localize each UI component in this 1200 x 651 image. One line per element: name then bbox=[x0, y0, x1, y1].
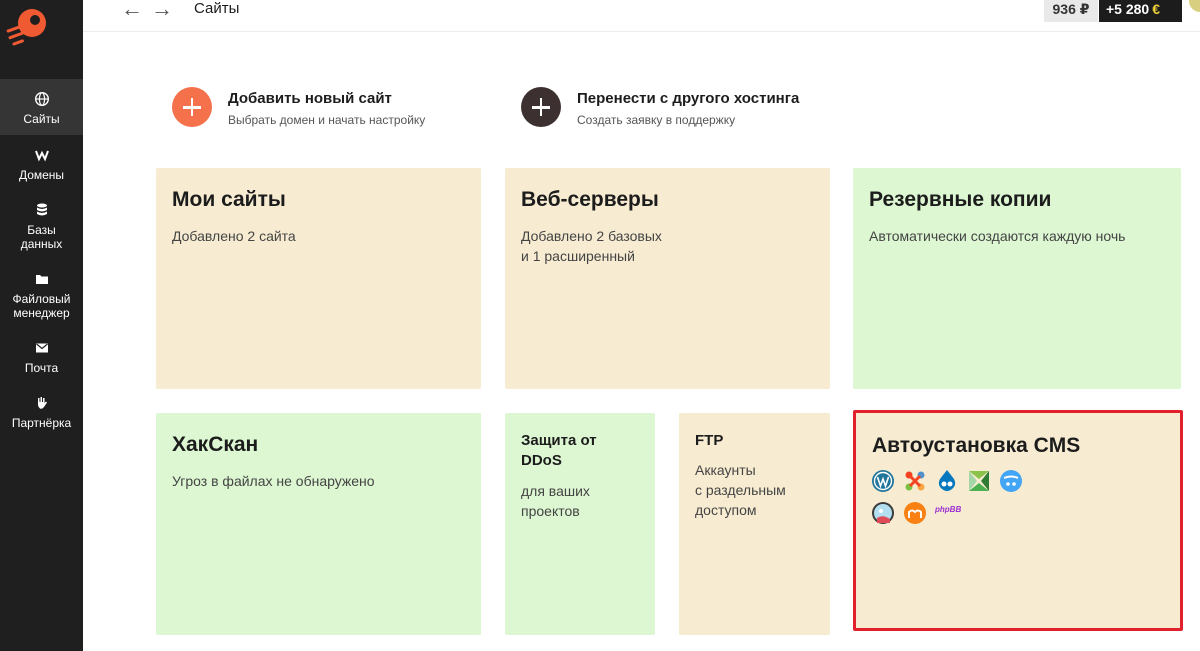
hackscan-card[interactable]: ХакСкан Угроз в файлах не обнаружено bbox=[156, 413, 481, 635]
transfer-site-action[interactable]: Перенести с другого хостинга Создать зая… bbox=[521, 87, 841, 129]
sidebar-item-partner[interactable]: Партнёрка bbox=[0, 395, 83, 435]
partner-hand-icon bbox=[37, 397, 47, 409]
bonus-badge[interactable]: +5 280 € bbox=[1099, 0, 1182, 22]
card-title: FTP bbox=[695, 432, 724, 449]
prestashop-icon[interactable] bbox=[871, 501, 895, 525]
add-site-title: Добавить новый сайт bbox=[228, 90, 392, 107]
sidebar-item-label: Партнёрка bbox=[11, 416, 72, 430]
my-sites-card[interactable]: Мои сайты Добавлено 2 сайта bbox=[156, 168, 481, 389]
sidebar-item-label: Базы данных bbox=[20, 223, 63, 251]
sidebar-item-label: Сайты bbox=[23, 112, 60, 126]
sidebar-item-label: Почта bbox=[24, 361, 59, 375]
modx-icon[interactable] bbox=[967, 469, 991, 493]
mail-icon bbox=[35, 343, 48, 353]
domain-w-icon bbox=[34, 150, 49, 162]
rocket-logo-icon bbox=[6, 9, 46, 46]
card-title: Веб-серверы bbox=[521, 188, 659, 211]
sidebar-item-label: Файловый менеджер bbox=[12, 292, 71, 320]
card-description: Добавлено 2 сайта bbox=[172, 228, 296, 244]
logo[interactable] bbox=[0, 0, 83, 60]
add-site-subtitle: Выбрать домен и начать настройку bbox=[228, 113, 426, 127]
add-site-action[interactable]: Добавить новый сайт Выбрать домен и нача… bbox=[172, 87, 472, 129]
avatar[interactable] bbox=[1189, 0, 1200, 12]
card-description: для ваших проектов bbox=[521, 483, 590, 519]
arrow-left-icon[interactable]: ← bbox=[121, 0, 143, 20]
sidebar-item-sites[interactable]: Сайты bbox=[0, 79, 83, 135]
folder-icon bbox=[35, 275, 48, 284]
card-title: ХакСкан bbox=[172, 433, 259, 456]
phpbb-icon[interactable]: phpBB bbox=[935, 505, 965, 529]
sidebar: Сайты Домены Базы данных Файловый менедж… bbox=[0, 0, 83, 651]
opencart-icon[interactable] bbox=[999, 469, 1023, 493]
card-description: Угроз в файлах не обнаружено bbox=[172, 473, 375, 489]
balance-badge[interactable]: 936 ₽ bbox=[1044, 0, 1098, 22]
page-title: Сайты bbox=[194, 0, 240, 17]
database-icon bbox=[36, 203, 47, 216]
card-title: Автоустановка CMS bbox=[872, 434, 1081, 457]
drupal-icon[interactable] bbox=[935, 469, 959, 493]
ddos-card[interactable]: Защита от DDoS для ваших проектов bbox=[505, 413, 655, 635]
plus-icon bbox=[521, 87, 561, 127]
card-title: Резервные копии bbox=[869, 188, 1052, 211]
backups-card[interactable]: Резервные копии Автоматически создаются … bbox=[853, 168, 1181, 389]
top-bar: ← → Сайты 936 ₽ +5 280 € bbox=[83, 0, 1200, 32]
sidebar-item-file-manager[interactable]: Файловый менеджер bbox=[0, 271, 83, 325]
ftp-card[interactable]: FTP Аккаунты с раздельным доступом bbox=[679, 413, 830, 635]
plus-icon bbox=[172, 87, 212, 127]
bonus-value: +5 280 bbox=[1106, 1, 1150, 17]
sidebar-item-label: Домены bbox=[18, 168, 65, 182]
moodle-icon[interactable] bbox=[903, 501, 927, 525]
card-description: Добавлено 2 базовых и 1 расширенный bbox=[521, 228, 662, 264]
cms-autoinstall-card[interactable]: Автоустановка CMS phpBB bbox=[853, 410, 1183, 631]
transfer-site-subtitle: Создать заявку в поддержку bbox=[577, 113, 736, 127]
card-description: Автоматически создаются каждую ночь bbox=[869, 228, 1126, 244]
sidebar-item-databases[interactable]: Базы данных bbox=[0, 202, 83, 256]
card-title: Защита от DDoS bbox=[521, 432, 597, 469]
card-description: Аккаунты с раздельным доступом bbox=[695, 462, 786, 518]
wordpress-icon[interactable] bbox=[871, 469, 895, 493]
joomla-icon[interactable] bbox=[903, 469, 927, 493]
card-title: Мои сайты bbox=[172, 188, 286, 211]
arrow-right-icon[interactable]: → bbox=[151, 0, 173, 20]
app-window: Сайты Домены Базы данных Файловый менедж… bbox=[0, 0, 1200, 651]
coin-icon: € bbox=[1152, 1, 1161, 17]
sidebar-item-mail[interactable]: Почта bbox=[0, 340, 83, 380]
globe-icon bbox=[34, 91, 49, 107]
transfer-site-title: Перенести с другого хостинга bbox=[577, 90, 800, 107]
web-servers-card[interactable]: Веб-серверы Добавлено 2 базовых и 1 расш… bbox=[505, 168, 830, 389]
sidebar-item-domains[interactable]: Домены bbox=[0, 147, 83, 187]
